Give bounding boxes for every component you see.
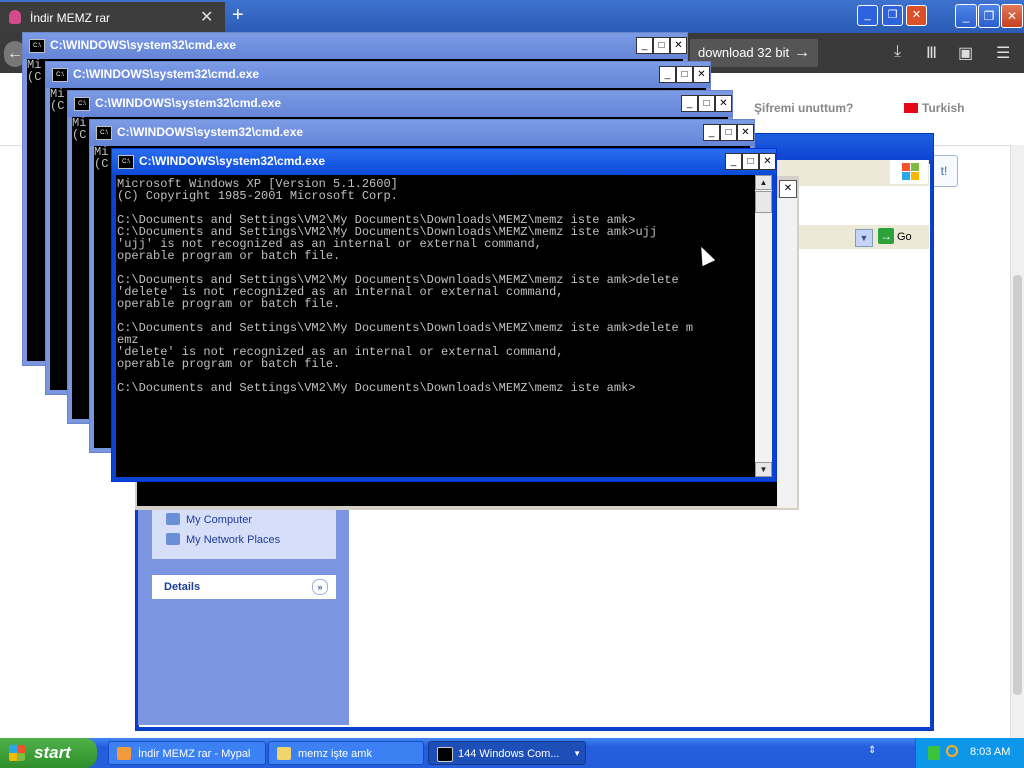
my-network-places-link[interactable]: My Network Places (166, 533, 280, 546)
explorer-close-button[interactable]: ✕ (906, 5, 927, 26)
download-label: download 32 bit (698, 45, 790, 60)
my-computer-link[interactable]: My Computer (166, 513, 252, 526)
forgot-password-link[interactable]: Şifremi unuttum? (754, 101, 853, 115)
maximize-button[interactable]: □ (720, 124, 737, 141)
console-line: (C (50, 99, 65, 113)
details-label: Details (164, 581, 201, 593)
minimize-button[interactable]: _ (636, 37, 653, 54)
taskbar-item-folder[interactable]: memz işte amk (268, 741, 424, 765)
cmd-icon (437, 747, 453, 762)
language-selector[interactable]: Turkish (904, 101, 964, 115)
explorer-maximize-button[interactable]: ❐ (882, 5, 903, 26)
cmd-window-active: C:\ C:\WINDOWS\system32\cmd.exe _ □ ✕ Micro… (111, 148, 777, 482)
cmd-icon: C:\ (29, 39, 45, 53)
taskbar-item-label: memz işte amk (298, 748, 372, 760)
console-scrollbar[interactable] (777, 198, 797, 508)
browser-maximize-button[interactable]: ❐ (978, 4, 1000, 28)
go-label: Go (897, 231, 912, 243)
network-tray-icon[interactable] (928, 746, 940, 760)
cmd-titlebar[interactable]: C:\ C:\WINDOWS\system32\cmd.exe _ □ ✕ (90, 120, 754, 146)
close-icon[interactable]: ✕ (779, 180, 797, 198)
address-dropdown-icon[interactable]: ▼ (855, 229, 873, 247)
place-label: My Computer (186, 514, 253, 526)
maximize-button[interactable]: □ (698, 95, 715, 112)
new-tab-button[interactable]: + (232, 4, 244, 27)
windows-logo-icon (9, 745, 25, 761)
go-arrow-icon: → (878, 228, 894, 244)
browser-minimize-button[interactable]: _ (955, 4, 977, 28)
cmd-icon: C:\ (52, 68, 68, 82)
cmd-title: C:\WINDOWS\system32\cmd.exe (139, 154, 326, 168)
scroll-down-icon[interactable]: ▼ (755, 462, 772, 477)
console-scrollbar[interactable]: ▲ ▼ (755, 175, 772, 477)
cmd-title: C:\WINDOWS\system32\cmd.exe (117, 125, 304, 139)
chevron-down-icon: ▼ (573, 749, 581, 758)
cmd-icon: C:\ (118, 155, 134, 169)
console-output[interactable]: Microsoft Windows XP [Version 5.1.2600] … (116, 175, 755, 477)
windows-flag-icon (890, 160, 928, 184)
minimize-button[interactable]: _ (681, 95, 698, 112)
console-line: (C (72, 128, 87, 142)
browser-close-button[interactable]: ✕ (1001, 4, 1023, 28)
details-panel-header[interactable]: Details » (152, 575, 336, 599)
tab-close-icon[interactable]: ✕ (200, 7, 213, 27)
close-button[interactable]: ✕ (670, 37, 687, 54)
network-icon (166, 533, 180, 545)
tab-title: İndir MEMZ rar (30, 11, 111, 25)
language-label: Turkish (922, 101, 965, 115)
browser-logo-icon (9, 10, 21, 24)
site-button[interactable]: t! (930, 155, 958, 187)
close-button[interactable]: ✕ (715, 95, 732, 112)
taskbar-item-label: İndir MEMZ rar - Mypal (138, 748, 251, 760)
browser-tab[interactable]: İndir MEMZ rar ✕ (0, 2, 225, 33)
scrollbar-thumb[interactable] (755, 191, 772, 213)
browser-icon (117, 747, 131, 760)
menu-icon[interactable]: ☰ (996, 43, 1010, 63)
close-button[interactable]: ✕ (759, 153, 776, 170)
arrow-right-icon: → (794, 44, 810, 61)
taskbar-item-browser[interactable]: İndir MEMZ rar - Mypal (108, 741, 266, 765)
maximize-button[interactable]: □ (742, 153, 759, 170)
cmd-title: C:\WINDOWS\system32\cmd.exe (50, 38, 237, 52)
other-places-box: My Computer My Network Places (152, 505, 336, 559)
cmd-titlebar[interactable]: C:\ C:\WINDOWS\system32\cmd.exe _ □ ✕ (112, 149, 776, 175)
clock[interactable]: 8:03 AM (970, 746, 1010, 758)
minimize-button[interactable]: _ (659, 66, 676, 83)
cmd-titlebar[interactable]: C:\ C:\WINDOWS\system32\cmd.exe _ □ ✕ (23, 33, 687, 59)
console-line: (C (94, 157, 109, 171)
start-label: start (34, 743, 71, 762)
cmd-titlebar[interactable]: C:\ C:\WINDOWS\system32\cmd.exe _ □ ✕ (46, 62, 710, 88)
cmd-title: C:\WINDOWS\system32\cmd.exe (73, 67, 260, 81)
cmd-titlebar[interactable]: C:\ C:\WINDOWS\system32\cmd.exe _ □ ✕ (68, 91, 732, 117)
place-label: My Network Places (186, 534, 281, 546)
scroll-up-icon[interactable]: ▲ (755, 175, 772, 190)
start-button[interactable]: start (0, 738, 97, 768)
cmd-title: C:\WINDOWS\system32\cmd.exe (95, 96, 282, 110)
close-button[interactable]: ✕ (693, 66, 710, 83)
download-icon[interactable]: ⤓ (894, 43, 901, 61)
taskbar-item-label: 144 Windows Com... (458, 748, 560, 760)
go-button[interactable]: → Go (878, 228, 922, 246)
cmd-icon: C:\ (74, 97, 90, 111)
library-icon[interactable]: Ⅲ (926, 43, 937, 63)
taskbar-item-cmd-group[interactable]: 144 Windows Com... ▼ (428, 741, 586, 765)
console-line: (C (27, 70, 42, 84)
sidebar-icon[interactable]: ▣ (958, 43, 973, 63)
minimize-button[interactable]: _ (725, 153, 742, 170)
close-button[interactable]: ✕ (737, 124, 754, 141)
folder-icon (277, 747, 291, 760)
tray-expand-icon[interactable]: ⇕ (868, 745, 876, 756)
system-tray: 8:03 AM (915, 738, 1024, 768)
maximize-button[interactable]: □ (676, 66, 693, 83)
scrollbar-thumb[interactable] (1013, 275, 1022, 695)
explorer-minimize-button[interactable]: _ (857, 5, 878, 26)
computer-icon (166, 513, 180, 525)
maximize-button[interactable]: □ (653, 37, 670, 54)
minimize-button[interactable]: _ (703, 124, 720, 141)
browser-scrollbar[interactable] (1010, 145, 1024, 738)
search-tray-icon[interactable] (946, 745, 958, 757)
cmd-icon: C:\ (96, 126, 112, 140)
turkey-flag-icon (904, 103, 918, 113)
chevron-down-icon[interactable]: » (312, 579, 328, 595)
